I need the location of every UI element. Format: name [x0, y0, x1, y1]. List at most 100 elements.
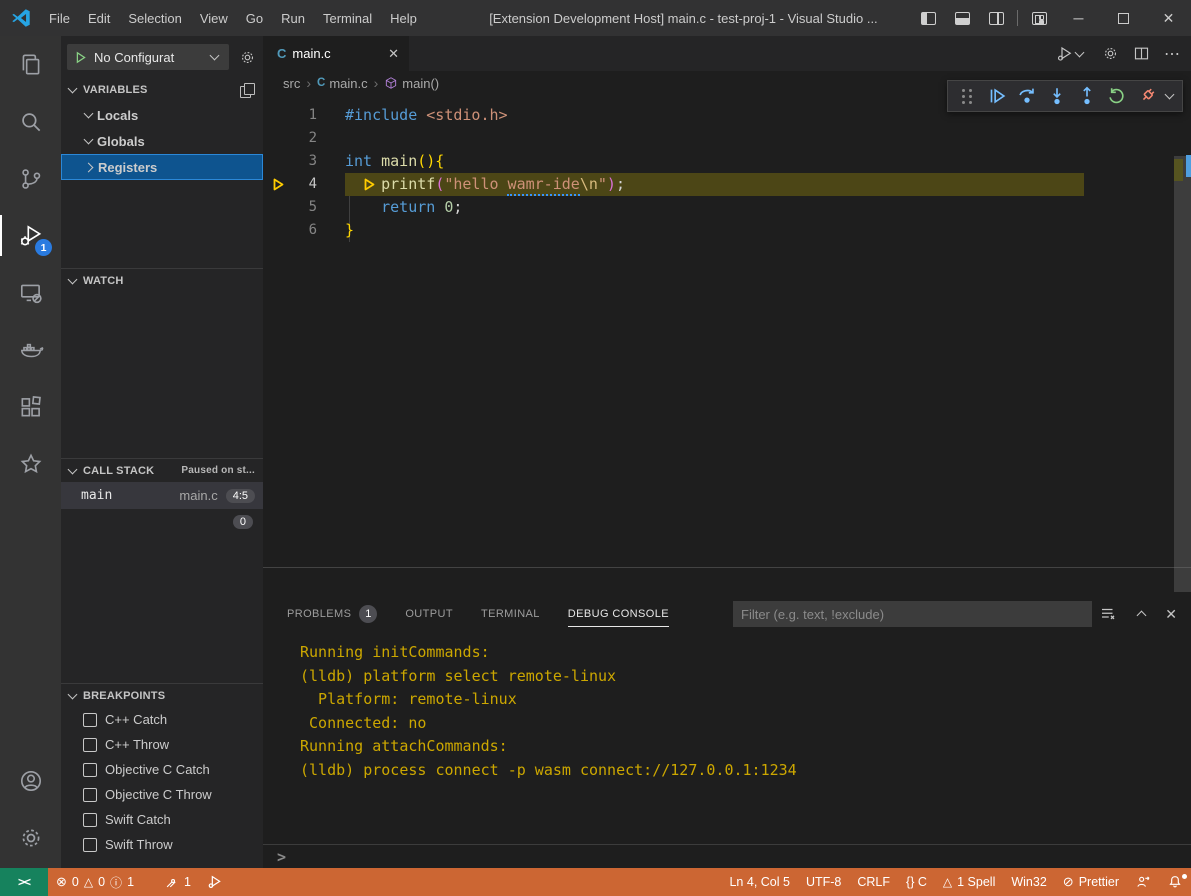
checkbox-unchecked[interactable]	[83, 788, 97, 802]
menu-run[interactable]: Run	[272, 0, 314, 36]
launch-config-gear-icon[interactable]	[239, 49, 256, 66]
status-item-win32[interactable]: Win32	[1003, 868, 1054, 896]
checkbox-unchecked[interactable]	[83, 838, 97, 852]
step-over-icon[interactable]	[1012, 81, 1042, 111]
start-debug-icon[interactable]	[73, 50, 88, 65]
tab-main-c[interactable]: C main.c ✕	[263, 36, 409, 71]
disconnect-icon[interactable]	[1132, 81, 1162, 111]
editor-gutter[interactable]: 3	[263, 150, 345, 173]
code-line[interactable]: 4 printf("hello wamr-ide\n");	[263, 173, 1191, 196]
remote-explorer-icon[interactable]	[0, 264, 61, 321]
copy-icon[interactable]	[239, 82, 255, 98]
close-panel-icon[interactable]: ✕	[1165, 606, 1177, 623]
menu-view[interactable]: View	[191, 0, 237, 36]
remote-indicator[interactable]: ><	[0, 868, 48, 896]
variables-item-registers[interactable]: Registers	[61, 154, 263, 180]
toggle-panel-icon[interactable]	[945, 0, 979, 36]
star-icon[interactable]	[0, 435, 61, 492]
code-line[interactable]: 6}	[263, 219, 1191, 242]
status-item--c[interactable]: {} C	[898, 868, 935, 896]
watch-header[interactable]: WATCH	[61, 268, 263, 292]
variables-header[interactable]: VARIABLES	[61, 78, 263, 102]
breakpoints-header[interactable]: BREAKPOINTS	[61, 683, 263, 707]
breadcrumb-file[interactable]: main.c	[329, 76, 367, 91]
variables-item-globals[interactable]: Globals	[61, 128, 263, 154]
checkbox-unchecked[interactable]	[83, 713, 97, 727]
checkbox-unchecked[interactable]	[83, 738, 97, 752]
run-and-debug-icon[interactable]: 1	[0, 207, 61, 264]
breakpoint-row[interactable]: Swift Catch	[61, 807, 263, 832]
checkbox-unchecked[interactable]	[83, 763, 97, 777]
status-item-1-spell[interactable]: 1 Spell	[935, 868, 1003, 896]
accounts-icon[interactable]	[0, 752, 61, 809]
menu-terminal[interactable]: Terminal	[314, 0, 381, 36]
notifications-bell-icon[interactable]	[1159, 868, 1191, 896]
breakpoint-row[interactable]: C++ Throw	[61, 732, 263, 757]
checkbox-unchecked[interactable]	[83, 813, 97, 827]
breakpoint-row[interactable]: Swift Throw	[61, 832, 263, 857]
breakpoint-row[interactable]: Objective C Catch	[61, 757, 263, 782]
editor-gutter[interactable]: 1	[263, 104, 345, 127]
breadcrumb-folder[interactable]: src	[283, 76, 300, 91]
editor-gutter[interactable]: 5	[263, 196, 345, 219]
maximize-button[interactable]	[1101, 0, 1146, 36]
split-editor-icon[interactable]	[1133, 45, 1150, 62]
breakpoint-row[interactable]: C++ Catch	[61, 707, 263, 732]
chevron-down-icon[interactable]	[1162, 88, 1178, 104]
panel-tab-debug-console[interactable]: DEBUG CONSOLE	[568, 592, 669, 636]
toggle-secondary-sidebar-icon[interactable]	[979, 0, 1013, 36]
menu-help[interactable]: Help	[381, 0, 426, 36]
vertical-scrollbar[interactable]	[1174, 156, 1191, 593]
toggle-sidebar-icon[interactable]	[911, 0, 945, 36]
status-item-ln-4-col-5[interactable]: Ln 4, Col 5	[721, 868, 797, 896]
close-button[interactable]: ✕	[1146, 0, 1191, 36]
settings-gear-icon[interactable]	[0, 809, 61, 866]
maximize-panel-icon[interactable]	[1133, 606, 1149, 622]
step-into-icon[interactable]	[1042, 81, 1072, 111]
tab-close-icon[interactable]: ✕	[388, 46, 399, 62]
continue-icon[interactable]	[982, 81, 1012, 111]
debug-status-icon[interactable]	[199, 868, 231, 896]
stack-frame-row[interactable]: main main.c 4:5	[61, 482, 263, 509]
more-actions-icon[interactable]: ⋯	[1164, 44, 1181, 64]
search-icon[interactable]	[0, 93, 61, 150]
problems-status[interactable]: 0 0 1	[48, 868, 142, 896]
source-control-icon[interactable]	[0, 150, 61, 207]
panel-tab-problems[interactable]: PROBLEMS1	[287, 592, 377, 636]
clear-console-icon[interactable]	[1099, 605, 1117, 623]
run-or-debug-button[interactable]	[1056, 45, 1088, 63]
editor-gutter[interactable]: 6	[263, 219, 345, 242]
status-item-crlf[interactable]: CRLF	[849, 868, 898, 896]
docker-icon[interactable]	[0, 321, 61, 378]
toolbar-drag-grip[interactable]	[952, 81, 982, 111]
status-item-utf-8[interactable]: UTF-8	[798, 868, 849, 896]
feedback-icon[interactable]	[1127, 868, 1159, 896]
editor-gutter[interactable]: 4	[263, 173, 345, 196]
menu-selection[interactable]: Selection	[119, 0, 190, 36]
variables-item-locals[interactable]: Locals	[61, 102, 263, 128]
editor-gutter[interactable]: 2	[263, 127, 345, 150]
restart-icon[interactable]	[1102, 81, 1132, 111]
debug-config-dropdown[interactable]: No Configurat	[67, 44, 229, 70]
editor-settings-gear-icon[interactable]	[1102, 45, 1119, 62]
code-editor[interactable]: 1#include <stdio.h>23int main(){4 printf…	[263, 95, 1191, 593]
panel-tab-output[interactable]: OUTPUT	[405, 592, 453, 636]
customize-layout-icon[interactable]	[1022, 0, 1056, 36]
minimize-button[interactable]: ─	[1056, 0, 1101, 36]
breakpoint-row[interactable]: Objective C Throw	[61, 782, 263, 807]
ports-status[interactable]: 1	[156, 868, 199, 896]
menu-file[interactable]: File	[40, 0, 79, 36]
status-item-prettier[interactable]: Prettier	[1055, 868, 1127, 896]
breadcrumb-symbol[interactable]: main()	[402, 76, 439, 91]
menu-edit[interactable]: Edit	[79, 0, 119, 36]
explorer-icon[interactable]	[0, 36, 61, 93]
code-line[interactable]: 3int main(){	[263, 150, 1191, 173]
extensions-icon[interactable]	[0, 378, 61, 435]
menu-go[interactable]: Go	[237, 0, 272, 36]
panel-tab-terminal[interactable]: TERMINAL	[481, 592, 540, 636]
call-stack-header[interactable]: CALL STACK Paused on st...	[61, 458, 263, 482]
console-filter-input[interactable]	[733, 601, 1092, 627]
code-line[interactable]: 2	[263, 127, 1191, 150]
console-input-row[interactable]: >	[263, 844, 1191, 868]
step-out-icon[interactable]	[1072, 81, 1102, 111]
